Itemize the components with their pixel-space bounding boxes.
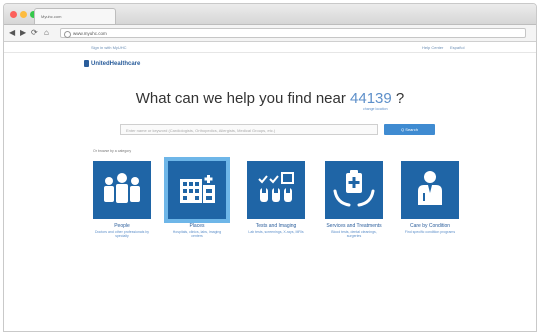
category-description: Hospitals, clinics, labs, imaging center… xyxy=(172,230,222,238)
hero-question: What can we help you find near xyxy=(135,90,346,107)
language-link[interactable]: Español xyxy=(450,45,464,50)
logo-text: UnitedHealthcare xyxy=(91,61,141,68)
category-description: Find specific condition programs xyxy=(404,230,456,234)
zip-code[interactable]: 44139 xyxy=(350,90,392,107)
category-description: Doctors and other professionals by speci… xyxy=(94,230,150,238)
people-icon xyxy=(104,173,140,203)
address-bar[interactable]: www.myuhc.com xyxy=(60,28,526,38)
change-location-link[interactable]: change location xyxy=(363,107,388,111)
close-window-button[interactable] xyxy=(10,11,17,18)
browser-toolbar: ◀ ▶ ⟳ ⌂ www.myuhc.com xyxy=(4,25,536,42)
category-description: Lab tests, screenings, X-rays, MRIs xyxy=(248,230,304,234)
category-tile[interactable] xyxy=(401,161,459,219)
reload-button[interactable]: ⟳ xyxy=(31,28,38,38)
back-button[interactable]: ◀ xyxy=(9,28,15,38)
globe-icon xyxy=(64,31,71,38)
category-description: Blood tests, dental cleanings, surgeries xyxy=(331,230,377,238)
category-label[interactable]: People xyxy=(93,223,151,229)
browser-window: Myuhc.com ◀ ▶ ⟳ ⌂ www.myuhc.com Sign in … xyxy=(3,3,537,332)
browser-tab[interactable]: Myuhc.com xyxy=(34,8,116,24)
category-places[interactable]: Places Hospitals, clinics, labs, imaging… xyxy=(164,157,230,238)
hero-question-mark: ? xyxy=(395,90,405,107)
minimize-window-button[interactable] xyxy=(20,11,27,18)
category-label[interactable]: Services and Treatments xyxy=(325,223,383,229)
category-care-by-condition[interactable]: Care by Condition Find specific conditio… xyxy=(401,161,459,234)
tab-title: Myuhc.com xyxy=(41,14,62,19)
title-bar: Myuhc.com xyxy=(4,4,536,25)
category-tile[interactable] xyxy=(247,161,305,219)
medical-services-icon xyxy=(333,170,375,207)
category-tile[interactable] xyxy=(164,157,230,223)
category-label[interactable]: Tests and Imaging xyxy=(247,223,305,229)
categories-prompt: Or browse by a category xyxy=(93,149,132,153)
sign-in-link[interactable]: Sign in with MyUHC xyxy=(91,45,127,50)
hospital-icon xyxy=(180,175,215,203)
search-input[interactable]: Enter name or keyword (Cardiologists, Or… xyxy=(120,124,378,135)
forward-button[interactable]: ▶ xyxy=(20,28,26,38)
brand-logo[interactable]: UnitedHealthcare xyxy=(84,60,140,67)
home-button[interactable]: ⌂ xyxy=(44,28,49,38)
doctor-icon xyxy=(418,171,442,205)
category-people[interactable]: People Doctors and other professionals b… xyxy=(93,161,151,238)
category-label[interactable]: Care by Condition xyxy=(401,223,459,229)
category-label[interactable]: Places xyxy=(168,223,226,229)
help-center-link[interactable]: Help Center xyxy=(422,45,443,50)
search-button[interactable]: Q Search xyxy=(384,124,435,135)
category-tile[interactable] xyxy=(325,161,383,219)
logo-icon xyxy=(84,60,89,67)
category-services-treatments[interactable]: Services and Treatments Blood tests, den… xyxy=(325,161,383,238)
tests-icon xyxy=(258,172,294,202)
url-text: www.myuhc.com xyxy=(73,31,107,36)
utility-bar: Sign in with MyUHC Help Center Español xyxy=(4,42,536,53)
category-tests-imaging[interactable]: Tests and Imaging Lab tests, screenings,… xyxy=(247,161,305,234)
category-tile[interactable] xyxy=(93,161,151,219)
page-title: What can we help you find near 44139 ? xyxy=(4,90,536,107)
